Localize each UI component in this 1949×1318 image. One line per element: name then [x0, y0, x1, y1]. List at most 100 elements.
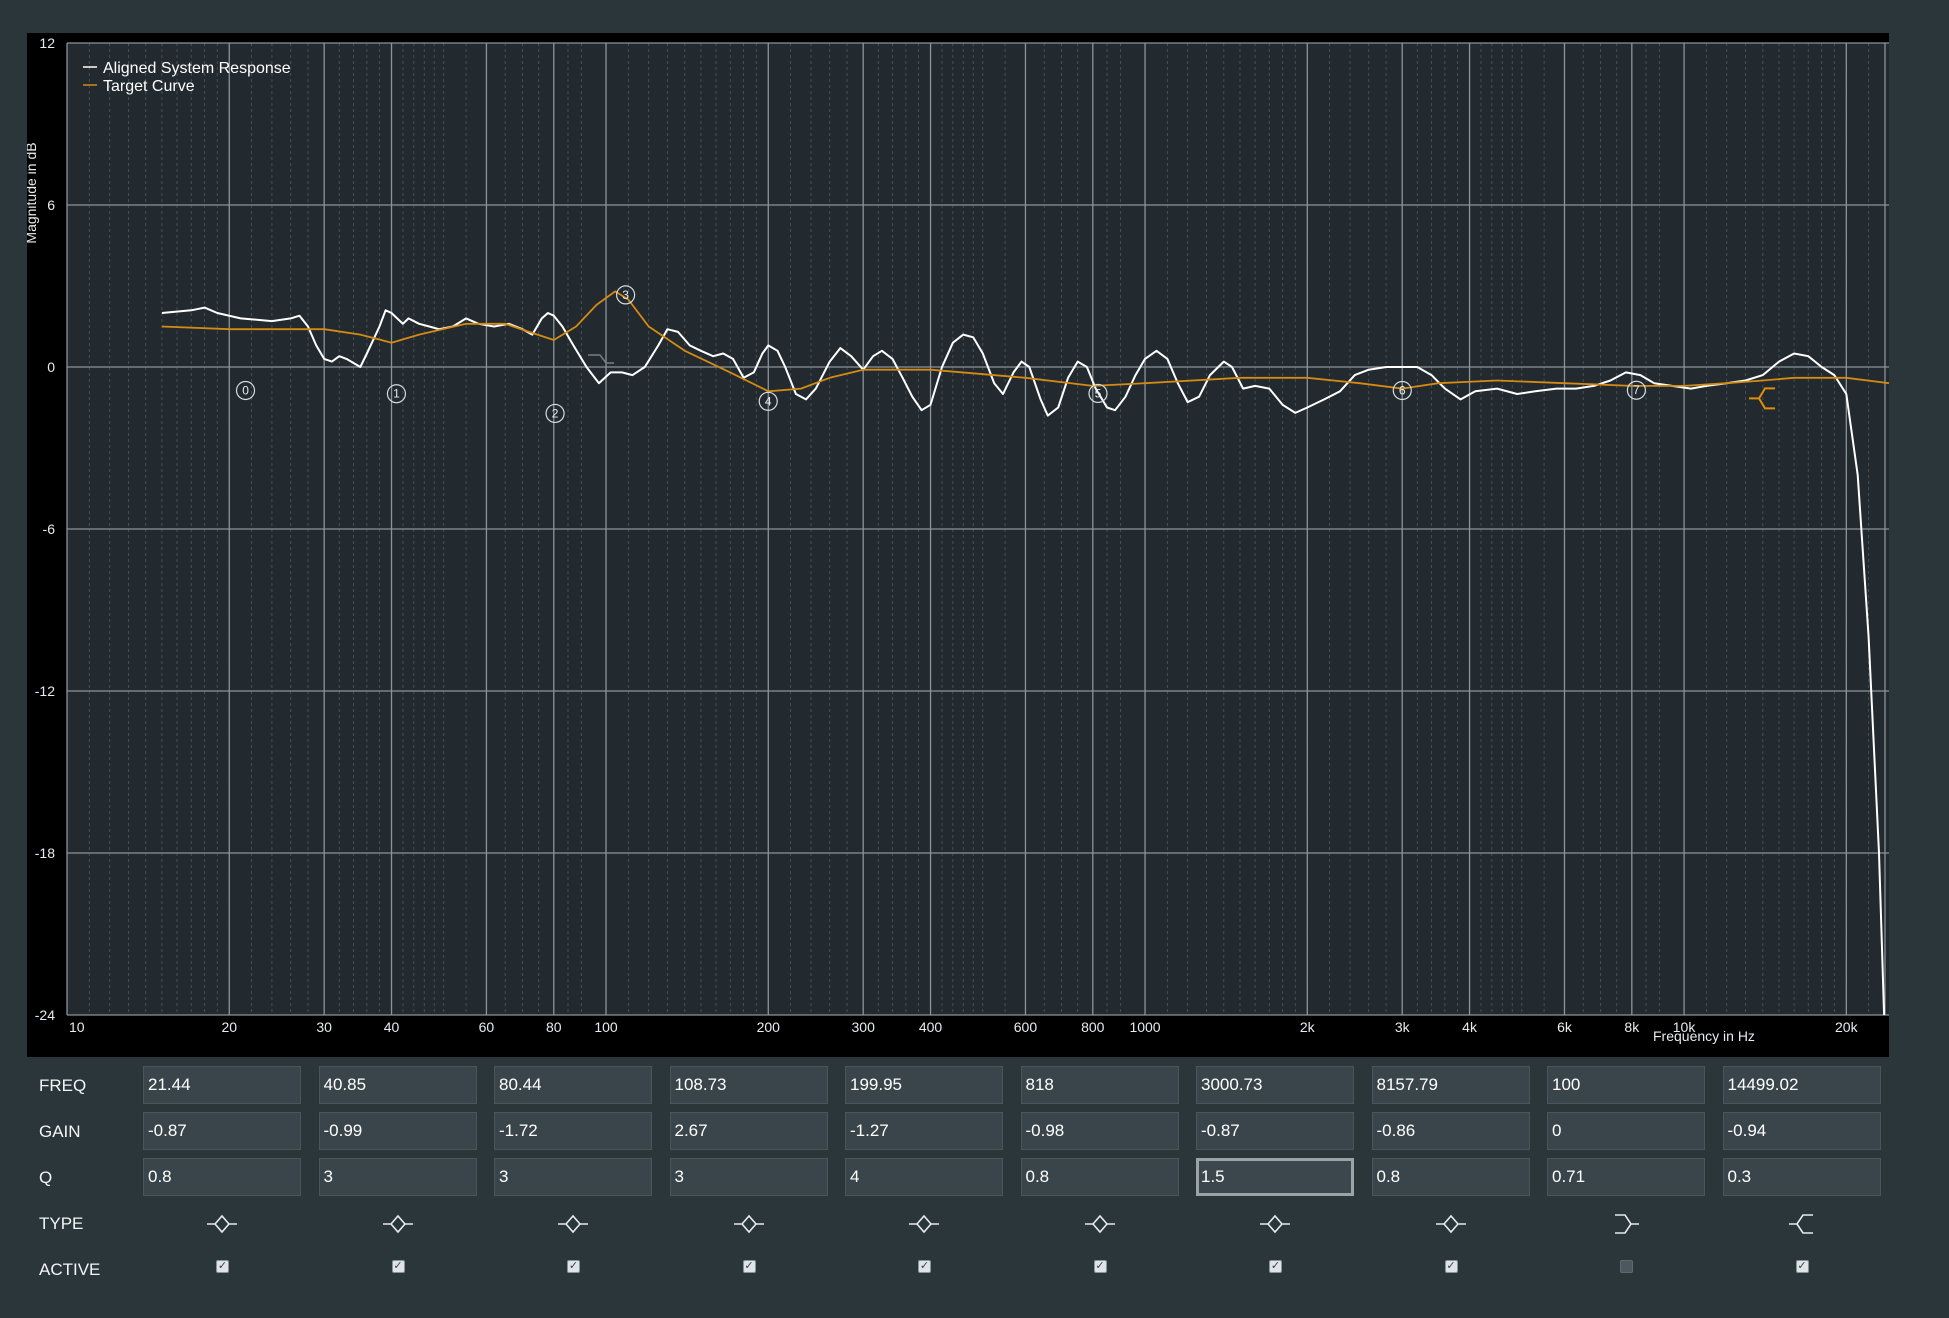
- x-tick-label: 800: [1081, 1019, 1105, 1035]
- active-checkbox-9[interactable]: ✓: [1795, 1260, 1809, 1273]
- freq-input-9[interactable]: [1722, 1066, 1881, 1104]
- active-checkbox-3[interactable]: ✓: [742, 1260, 756, 1273]
- y-axis-title: Magnitude in dB: [27, 142, 39, 243]
- x-tick-label: 400: [919, 1019, 943, 1035]
- gain-input-4[interactable]: [845, 1112, 1003, 1150]
- x-tick-label: 1000: [1129, 1019, 1160, 1035]
- filter-marker-label: 3: [622, 288, 629, 302]
- q-input-0[interactable]: [143, 1158, 301, 1196]
- low-shelf-filter-type-icon[interactable]: [1609, 1212, 1643, 1236]
- q-input-8[interactable]: [1547, 1158, 1705, 1196]
- q-input-2[interactable]: [494, 1158, 652, 1196]
- x-tick-label: 20: [221, 1019, 237, 1035]
- x-tick-label: 30: [316, 1019, 332, 1035]
- q-input-9[interactable]: [1722, 1158, 1881, 1196]
- x-tick-label: 3k: [1395, 1019, 1411, 1035]
- x-tick-label: 10: [69, 1019, 85, 1035]
- filter-marker-label: 7: [1633, 383, 1640, 397]
- q-input-1[interactable]: [318, 1158, 477, 1196]
- x-tick-label: 80: [546, 1019, 562, 1035]
- q-input-5[interactable]: [1020, 1158, 1179, 1196]
- gain-input-5[interactable]: [1020, 1112, 1179, 1150]
- filter-type-glyph: [382, 1214, 413, 1234]
- peak-filter-type-icon[interactable]: [1434, 1212, 1468, 1236]
- x-tick-label: 60: [479, 1019, 495, 1035]
- x-tick-label: 8k: [1624, 1019, 1640, 1035]
- peak-filter-type-icon[interactable]: [1258, 1212, 1292, 1236]
- gain-row-label: GAIN: [39, 1122, 81, 1141]
- q-input-6[interactable]: [1196, 1158, 1354, 1196]
- x-tick-label: 100: [594, 1019, 618, 1035]
- active-checkbox-2[interactable]: ✓: [567, 1260, 580, 1273]
- y-tick-label: -18: [35, 845, 55, 861]
- y-tick-label: -24: [35, 1007, 55, 1023]
- x-tick-labels: 10 20 30 40 60 80 100 200 300 400 600 800 1000 2k 3k 4k…: [69, 1019, 1859, 1035]
- x-tick-label: 300: [852, 1019, 876, 1035]
- filter-marker-label: 0: [242, 383, 249, 397]
- gain-input-9[interactable]: [1722, 1112, 1881, 1150]
- filter-marker-label: 4: [765, 394, 772, 408]
- active-checkbox-5[interactable]: ✓: [1093, 1260, 1107, 1273]
- y-tick-label: 12: [39, 35, 55, 51]
- peak-filter-type-icon[interactable]: [381, 1212, 415, 1236]
- q-input-7[interactable]: [1371, 1158, 1530, 1196]
- active-row-label: ACTIVE: [39, 1260, 101, 1279]
- y-tick-label: 0: [47, 359, 55, 375]
- peak-filter-type-icon[interactable]: [732, 1212, 766, 1236]
- chart-svg[interactable]: 1260-6-12-18-24 10 20 30 40 60 80 100 200 300 400…: [27, 33, 1889, 1057]
- gain-input-3[interactable]: [669, 1112, 828, 1150]
- legend-label-target: Target Curve: [103, 78, 195, 95]
- filter-parameters-panel: FREQ GAIN Q TYPE ACTIVE ✓ ✓ ✓ ✓ ✓ ✓ ✓ ✓ ✓ ✓: [27, 1058, 1889, 1318]
- peak-filter-type-icon[interactable]: [556, 1212, 590, 1236]
- gain-input-0[interactable]: [143, 1112, 301, 1150]
- active-checkbox-0[interactable]: ✓: [216, 1260, 229, 1273]
- filter-type-glyph: [1260, 1214, 1290, 1234]
- x-tick-label: 20k: [1835, 1019, 1859, 1035]
- x-tick-label: 2k: [1300, 1019, 1316, 1035]
- frequency-response-chart[interactable]: 12 6 0 -6 -12 -18 -24 10 20 30 40 60 80 100 200 300 400…: [27, 33, 1889, 1057]
- active-checkbox-1[interactable]: ✓: [391, 1260, 405, 1273]
- filter-type-glyph: [1435, 1214, 1466, 1234]
- freq-input-1[interactable]: [318, 1066, 477, 1104]
- y-tick-label: -12: [35, 683, 55, 699]
- filter-marker-label: 6: [1399, 383, 1406, 397]
- gain-input-8[interactable]: [1547, 1112, 1705, 1150]
- freq-input-4[interactable]: [845, 1066, 1003, 1104]
- legend-label-response: Aligned System Response: [103, 60, 291, 77]
- x-tick-label: 6k: [1557, 1019, 1573, 1035]
- filter-marker-label: 2: [552, 406, 559, 420]
- x-tick-label: 40: [384, 1019, 400, 1035]
- x-tick-label: 200: [757, 1019, 781, 1035]
- x-tick-label: 600: [1014, 1019, 1038, 1035]
- gain-input-7[interactable]: [1371, 1112, 1530, 1150]
- freq-input-6[interactable]: [1196, 1066, 1354, 1104]
- q-input-3[interactable]: [669, 1158, 828, 1196]
- freq-input-0[interactable]: [143, 1066, 301, 1104]
- freq-row-label: FREQ: [39, 1076, 87, 1095]
- peak-filter-type-icon[interactable]: [1083, 1212, 1117, 1236]
- freq-input-3[interactable]: [669, 1066, 828, 1104]
- gain-input-2[interactable]: [494, 1112, 652, 1150]
- peak-filter-type-icon[interactable]: [907, 1212, 941, 1236]
- gain-input-6[interactable]: [1196, 1112, 1354, 1150]
- peak-filter-type-icon[interactable]: [205, 1212, 239, 1236]
- q-input-4[interactable]: [845, 1158, 1003, 1196]
- freq-input-2[interactable]: [494, 1066, 652, 1104]
- freq-input-7[interactable]: [1371, 1066, 1530, 1104]
- active-checkbox-4[interactable]: ✓: [918, 1260, 931, 1273]
- freq-input-5[interactable]: [1020, 1066, 1179, 1104]
- y-tick-label: 6: [47, 197, 55, 213]
- type-row-label: TYPE: [39, 1214, 84, 1233]
- active-checkbox-8[interactable]: ✓: [1620, 1260, 1633, 1273]
- active-row: ACTIVE: [27, 1250, 1889, 1290]
- x-axis-title: Frequency in Hz: [1653, 1028, 1755, 1044]
- freq-input-8[interactable]: [1547, 1066, 1705, 1104]
- active-checkbox-6[interactable]: ✓: [1269, 1260, 1282, 1273]
- filter-type-glyph: [909, 1214, 939, 1234]
- high-shelf-filter-type-icon[interactable]: [1785, 1212, 1819, 1236]
- filter-type-glyph: [558, 1214, 588, 1234]
- gain-input-1[interactable]: [318, 1112, 477, 1150]
- active-checkbox-7[interactable]: ✓: [1444, 1260, 1458, 1273]
- filter-marker-label: 1: [393, 387, 400, 401]
- filter-marker-label: 5: [1095, 386, 1102, 400]
